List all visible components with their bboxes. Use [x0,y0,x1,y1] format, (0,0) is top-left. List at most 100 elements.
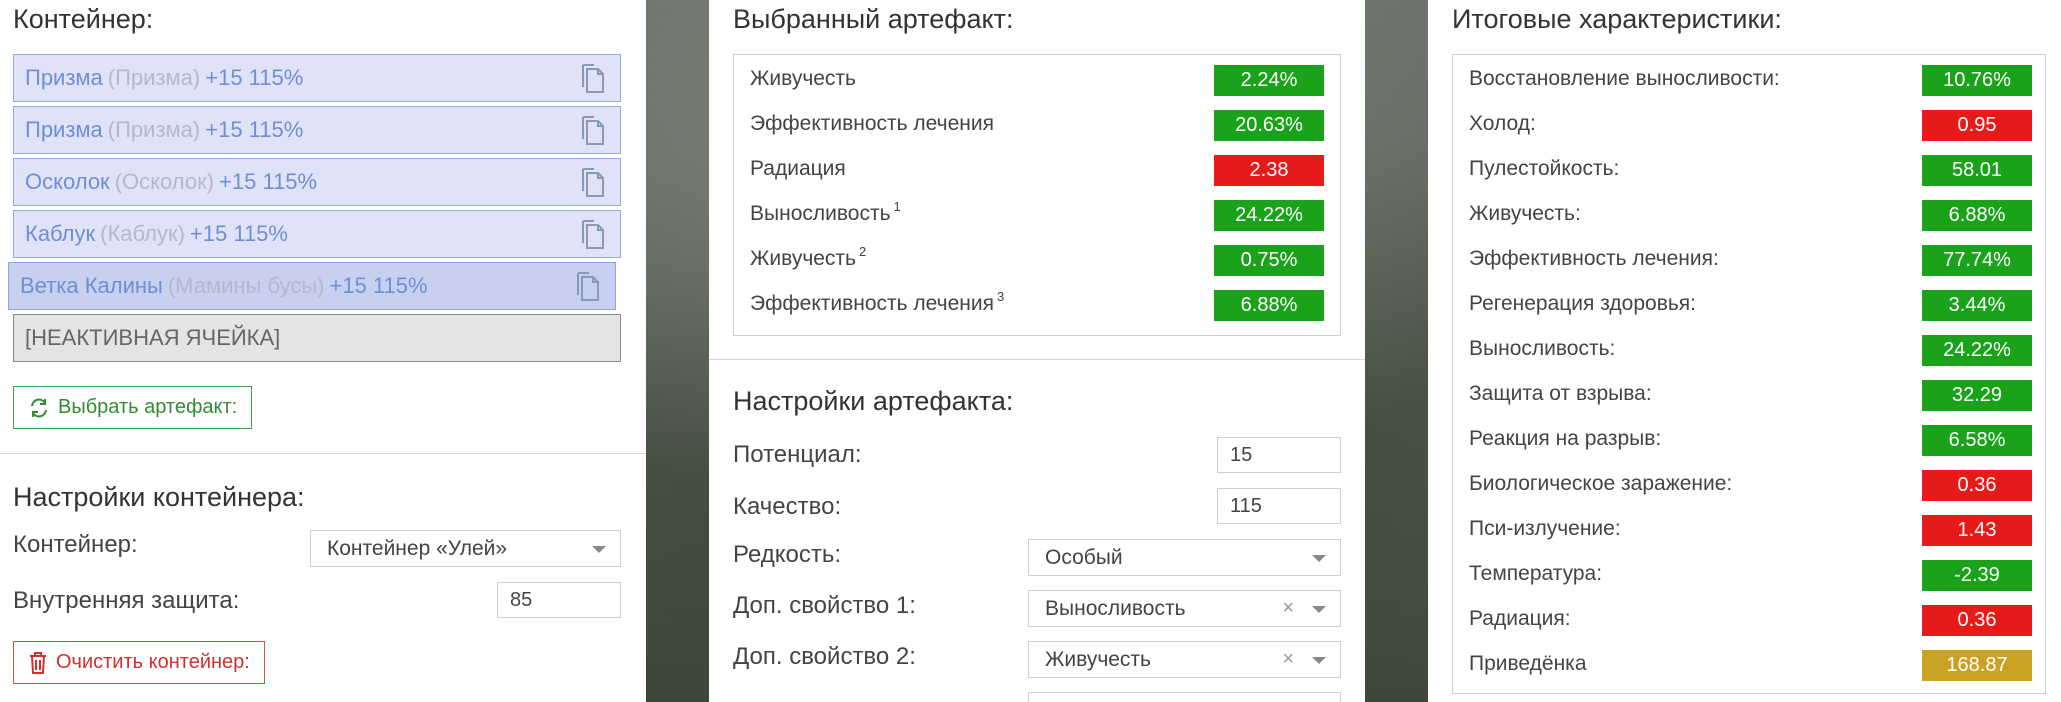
stat-row: Выносливость 1 24.22% [734,194,1340,239]
container-panel: Контейнер: Призма (Призма) +15 115% Приз… [0,0,646,702]
stat-name: Радиация [750,157,846,180]
total-name: Защита от взрыва: [1469,382,1652,405]
extra-property-1-value: Выносливость [1045,596,1186,620]
trash-icon [30,651,46,674]
container-slot-4[interactable]: Каблук (Каблук) +15 115% [13,210,621,258]
quality-input[interactable]: 115 [1217,488,1341,524]
artifact-panel: Выбранный артефакт: Живучесть 2.24% Эффе… [709,0,1365,702]
slot-bonus: +15 115% [219,169,318,194]
quality-label: Качество: [733,493,842,520]
select-artifact-button[interactable]: Выбрать артефакт: [13,386,253,429]
extra-property-2-value: Живучесть [1045,647,1151,671]
slot-sub: (Мамины бусы) [167,273,325,298]
total-name: Пулестойкость: [1469,157,1620,180]
stat-value: 2.38 [1214,155,1324,186]
container-slot-5[interactable]: Ветка Калины (Мамины бусы) +15 115% [8,262,616,310]
stat-name: Эффективность лечения [750,112,994,135]
stat-value: 24.22% [1214,200,1324,231]
total-name: Реакция на разрыв: [1469,427,1662,450]
internal-protection-input[interactable]: 85 [497,582,621,618]
totals-panel: Итоговые характеристики: Восстановление … [1428,0,2061,702]
stat-row: Эффективность лечения 3 6.88% [734,284,1340,329]
total-row: Пулестойкость: 58.01 [1453,149,2045,194]
total-value: 0.36 [1922,605,2032,636]
extra-property-2-label: Доп. свойство 2: [733,643,916,670]
clear-container-label: Очистить контейнер: [56,651,250,673]
slot-name: Ветка Калины [20,273,163,298]
container-type-value: Контейнер «Улей» [327,536,508,560]
extra-property-1-select[interactable]: Выносливость × [1028,590,1341,627]
total-name: Живучесть: [1469,202,1581,225]
artifact-settings-title: Настройки артефакта: [733,386,1014,416]
slot-sub: (Каблук) [100,221,185,246]
total-name: Холод: [1469,112,1536,135]
selected-artifact-title: Выбранный артефакт: [733,4,1014,34]
total-name: Выносливость: [1469,337,1616,360]
total-value: 32.29 [1922,380,2032,411]
copy-icon[interactable] [578,219,608,257]
slot-sub: (Осколок) [114,169,215,194]
container-slot-1[interactable]: Призма (Призма) +15 115% [13,54,621,102]
stat-name: Эффективность лечения 3 [750,289,1005,315]
stat-value: 6.88% [1214,290,1324,321]
slot-name: Призма [25,65,103,90]
slot-bonus: +15 115% [329,273,428,298]
total-row: Выносливость: 24.22% [1453,329,2045,374]
container-slot-3[interactable]: Осколок (Осколок) +15 115% [13,158,621,206]
total-value: 0.95 [1922,110,2032,141]
totals-stats-box: Восстановление выносливости: 10.76% Холод… [1452,54,2046,694]
extra-property-1-label: Доп. свойство 1: [733,592,916,619]
close-icon[interactable]: × [1282,597,1294,620]
total-row: Биологическое заражение: 0.36 [1453,464,2045,509]
slot-name: Каблук [25,221,96,246]
total-name: Восстановление выносливости: [1469,67,1780,90]
stat-row: Радиация 2.38 [734,149,1340,194]
copy-icon[interactable] [578,63,608,101]
total-value: 10.76% [1922,65,2032,96]
chevron-down-icon [592,546,606,553]
total-name: Приведёнка [1469,652,1587,675]
total-row: Регенерация здоровья: 3.44% [1453,284,2045,329]
rarity-value: Особый [1045,545,1123,569]
total-row: Пси-излучение: 1.43 [1453,509,2045,554]
extra-property-3-select[interactable] [1028,692,1341,702]
slot-sub: (Призма) [107,117,201,142]
close-icon[interactable]: × [1282,648,1294,671]
total-name: Температура: [1469,562,1603,585]
container-settings-title: Настройки контейнера: [13,482,305,512]
total-row: Температура: -2.39 [1453,554,2045,599]
total-name: Эффективность лечения: [1469,247,1719,270]
copy-icon[interactable] [578,167,608,205]
total-row: Реакция на разрыв: 6.58% [1453,419,2045,464]
total-value: 58.01 [1922,155,2032,186]
total-row: Восстановление выносливости: 10.76% [1453,59,2045,104]
divider [0,453,646,454]
chevron-down-icon [1312,555,1326,562]
total-row: Радиация: 0.36 [1453,599,2045,644]
potential-input[interactable]: 15 [1217,437,1341,473]
extra-property-2-select[interactable]: Живучесть × [1028,641,1341,678]
container-slot-inactive[interactable]: [НЕАКТИВНАЯ ЯЧЕЙКА] [13,314,621,362]
refresh-icon [31,398,47,417]
container-slot-2[interactable]: Призма (Призма) +15 115% [13,106,621,154]
artifact-stats-box: Живучесть 2.24% Эффективность лечения 20… [733,54,1341,336]
internal-protection-label: Внутренняя защита: [13,587,240,614]
rarity-select[interactable]: Особый [1028,539,1341,576]
select-artifact-label: Выбрать артефакт: [58,396,238,418]
stat-value: 0.75% [1214,245,1324,276]
copy-icon[interactable] [578,115,608,153]
total-value: 6.88% [1922,200,2032,231]
stat-row: Эффективность лечения 20.63% [734,104,1340,149]
stat-row: Живучесть 2 0.75% [734,239,1340,284]
clear-container-button[interactable]: Очистить контейнер: [13,641,265,684]
chevron-down-icon [1312,606,1326,613]
copy-icon[interactable] [573,271,603,309]
total-value: 6.58% [1922,425,2032,456]
stat-row: Живучесть 2.24% [734,59,1340,104]
container-type-select[interactable]: Контейнер «Улей» [310,530,621,567]
stat-value: 20.63% [1214,110,1324,141]
potential-label: Потенциал: [733,441,862,468]
chevron-down-icon [1312,657,1326,664]
stat-value: 2.24% [1214,65,1324,96]
total-row: Холод: 0.95 [1453,104,2045,149]
